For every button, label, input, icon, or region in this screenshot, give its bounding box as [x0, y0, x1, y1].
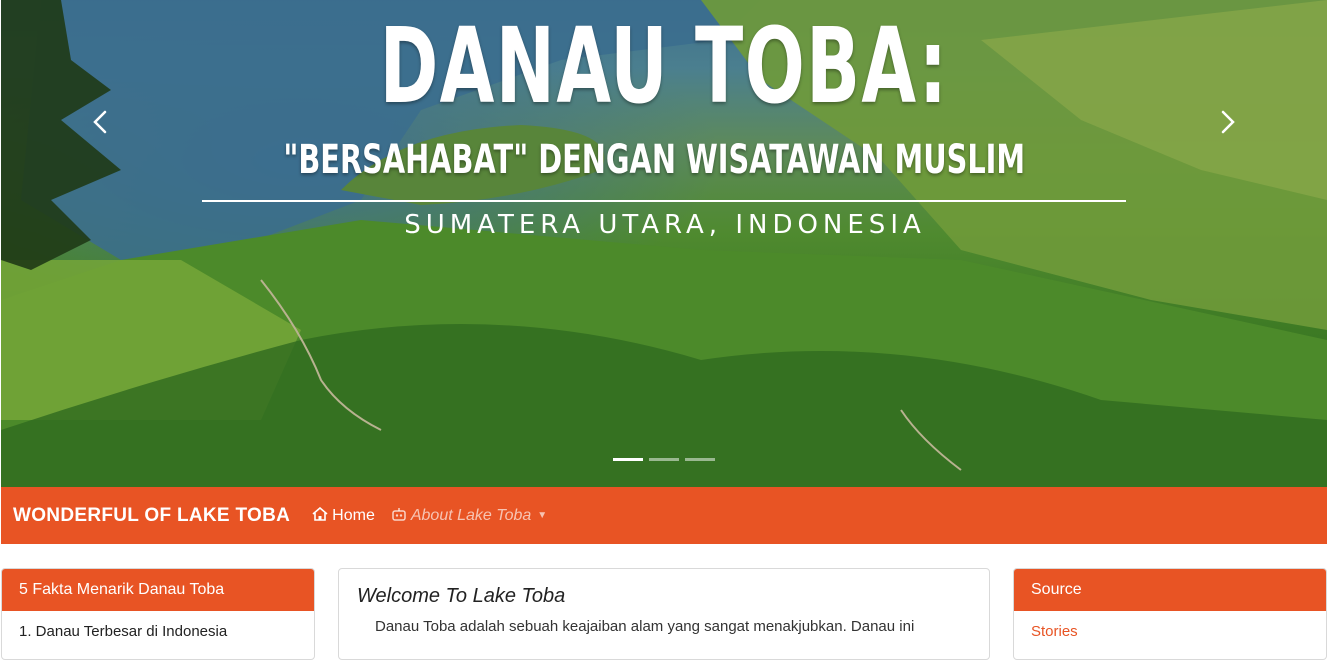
facts-panel-header: 5 Fakta Menarik Danau Toba [2, 569, 314, 611]
nav-home-label: Home [332, 506, 375, 524]
chevron-right-icon [1221, 110, 1235, 134]
welcome-panel: Welcome To Lake Toba Danau Toba adalah s… [338, 568, 990, 660]
hero-location-text: SUMATERA UTARA, INDONESIA [404, 210, 926, 240]
source-panel-header: Source [1014, 569, 1326, 611]
hero-divider [202, 200, 1126, 202]
welcome-heading: Welcome To Lake Toba [357, 585, 566, 607]
hero-subtitle: "BERSAHABAT" DENGAN WISATAWAN MUSLIM [283, 137, 1026, 183]
hero-location: SUMATERA UTARA, INDONESIA [1, 212, 1327, 238]
carousel-indicator-1[interactable] [613, 458, 643, 461]
hero-title: DANAU TOBA: [379, 5, 949, 127]
home-icon [312, 506, 328, 525]
nav-home[interactable]: Home [312, 506, 375, 525]
carousel-next-button[interactable] [1209, 104, 1245, 140]
list-item[interactable]: 1. Danau Terbesar di Indonesia [2, 611, 314, 652]
nav-about-label: About Lake Toba [410, 506, 532, 524]
brand-title[interactable]: WONDERFUL OF LAKE TOBA [13, 505, 290, 527]
source-panel: Source Stories [1013, 568, 1327, 660]
carousel-prev-button[interactable] [83, 104, 119, 140]
carousel-indicators [613, 458, 715, 461]
carousel-indicator-2[interactable] [649, 458, 679, 461]
hero-carousel: DANAU TOBA: "BERSAHABAT" DENGAN WISATAWA… [1, 0, 1327, 487]
source-link-stories[interactable]: Stories [1014, 611, 1326, 652]
facts-panel: 5 Fakta Menarik Danau Toba 1. Danau Terb… [1, 568, 315, 660]
carousel-indicator-3[interactable] [685, 458, 715, 461]
nav-about-dropdown[interactable]: About Lake Toba ▼ [391, 507, 547, 525]
navbar: WONDERFUL OF LAKE TOBA Home About Lake T… [1, 487, 1327, 544]
robot-icon [391, 507, 407, 525]
caret-down-icon: ▼ [537, 510, 548, 521]
chevron-left-icon [93, 110, 107, 134]
welcome-paragraph: Danau Toba adalah sebuah keajaiban alam … [375, 618, 915, 635]
